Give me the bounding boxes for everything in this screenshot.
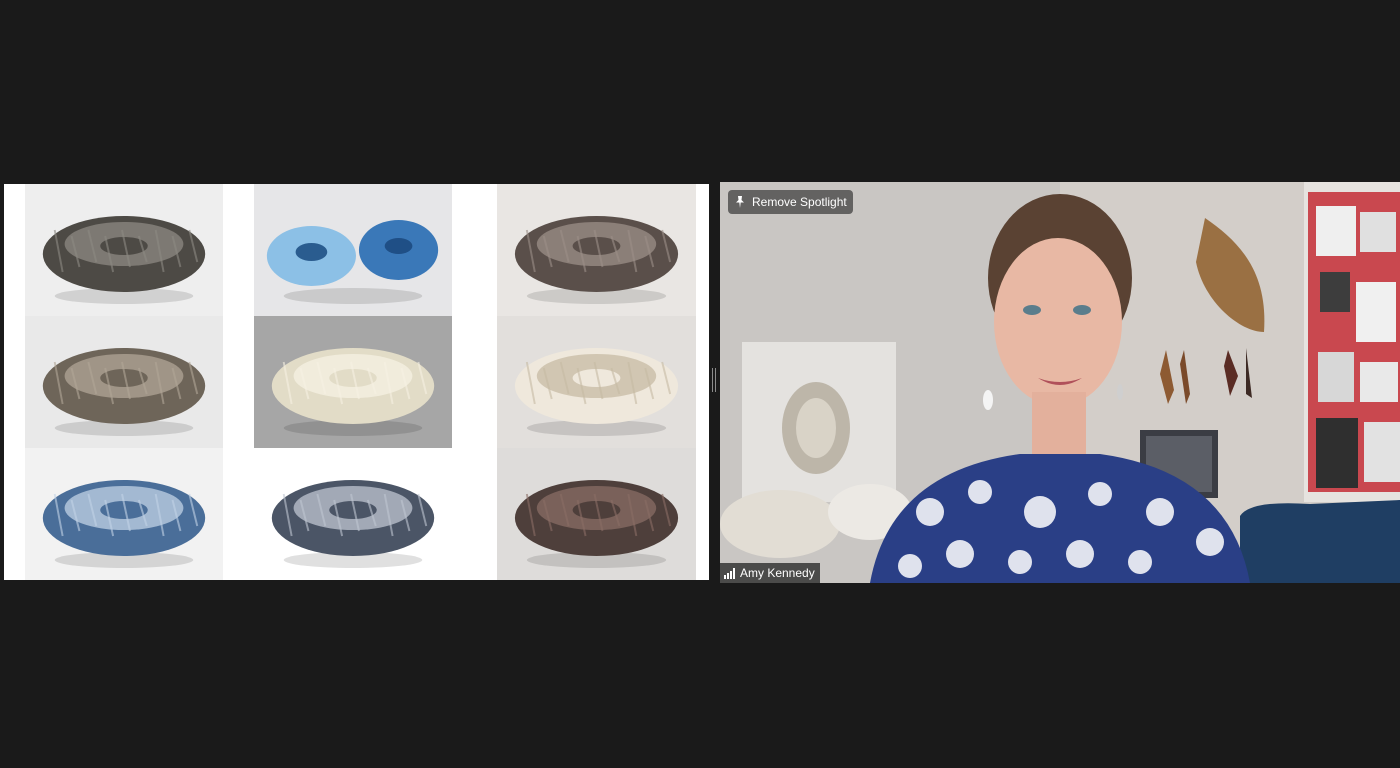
gallery-tile [497, 316, 696, 448]
gallery-tile [497, 184, 696, 316]
video-feed [720, 182, 1400, 583]
sculpture-cream-image [254, 316, 452, 448]
sculpture-white-dish-image [497, 316, 696, 448]
participant-name: Amy Kennedy [740, 566, 815, 580]
gallery-tile [25, 448, 223, 580]
pin-icon [736, 196, 744, 208]
sculpture-blue-pair-image [254, 184, 452, 316]
gallery-tile [254, 448, 452, 580]
gallery-tile [254, 184, 452, 316]
shared-screen [4, 184, 709, 580]
remove-spotlight-label: Remove Spotlight [752, 195, 847, 209]
sculpture-blue-wave-image [25, 448, 223, 580]
sculpture-grey-bronze-image [25, 316, 223, 448]
gallery-tile [25, 184, 223, 316]
participant-name-tag: Amy Kennedy [720, 563, 820, 583]
sculpture-blue-grey-bowl-image [254, 448, 452, 580]
participant-video[interactable]: Remove Spotlight Amy Kennedy [720, 182, 1400, 583]
gallery-tile [25, 316, 223, 448]
signal-strength-icon [724, 567, 735, 579]
gallery-tile [254, 316, 452, 448]
sculpture-dark-grey-image [25, 184, 223, 316]
sculpture-dark-closeup-image [497, 448, 696, 580]
remove-spotlight-button[interactable]: Remove Spotlight [728, 190, 853, 214]
sculpture-dark-flat-image [497, 184, 696, 316]
gallery-tile [497, 448, 696, 580]
panel-splitter[interactable] [712, 368, 716, 392]
